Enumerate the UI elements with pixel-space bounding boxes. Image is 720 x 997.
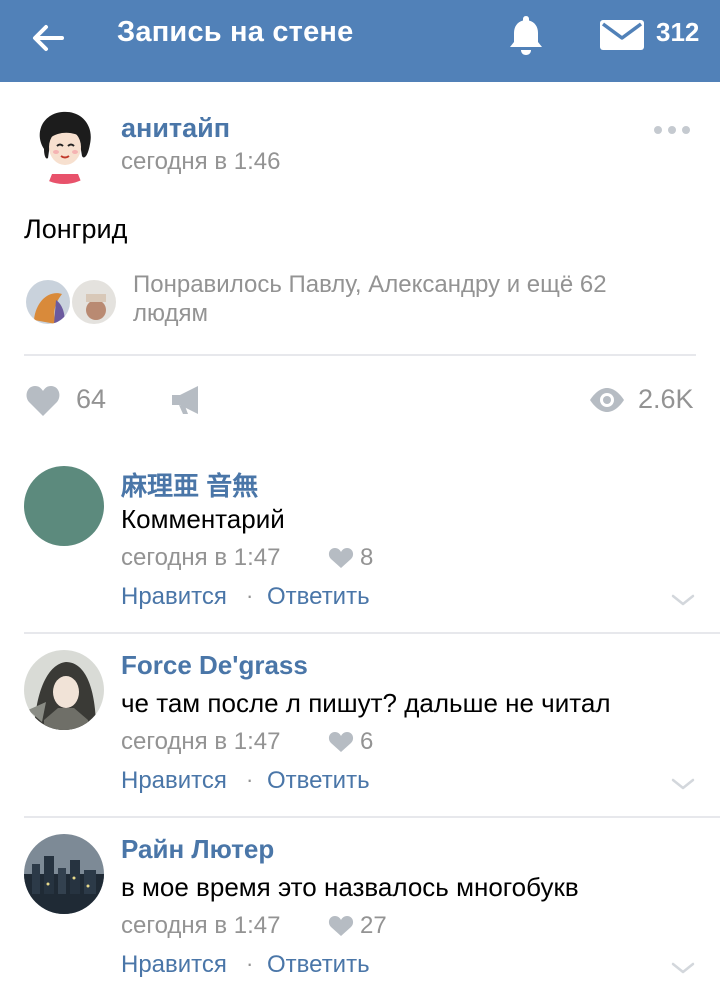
commenter-avatar-image (24, 650, 104, 730)
heart-icon (328, 916, 354, 936)
bell-icon[interactable] (505, 12, 547, 58)
chevron-down-icon[interactable] (670, 592, 696, 608)
post-author[interactable]: анитайп (121, 113, 230, 144)
liker-avatar[interactable] (24, 278, 72, 326)
comment-time: сегодня в 1:47 (121, 912, 281, 939)
comment-divider (24, 632, 720, 634)
post-text: Лонгрид (24, 214, 128, 244)
megaphone-icon[interactable] (168, 380, 204, 420)
likes-summary[interactable]: Понравилось Павлу, Александру и ещё 62 л… (133, 270, 673, 328)
post-divider (24, 354, 696, 356)
comment-like-count: 27 (360, 912, 387, 939)
comment-text: че там после л пишут? дальше не читал (121, 688, 611, 718)
comment-like-count: 6 (360, 728, 374, 755)
commenter-avatar[interactable] (24, 466, 104, 546)
like-comment-button[interactable]: Нравится (121, 951, 227, 979)
comment: Force De'grass че там после л пишут? дал… (0, 650, 720, 834)
separator-dot: · (246, 767, 254, 792)
heart-icon[interactable] (24, 380, 62, 420)
comment-divider (24, 816, 720, 818)
post-like-count[interactable]: 64 (76, 384, 106, 415)
comment: 麻理亜 音無 Комментарий сегодня в 1:47 8 Нрав… (0, 466, 720, 650)
separator-dot: · (246, 951, 254, 976)
post-views: 2.6K (638, 384, 694, 414)
avatar-illustration (24, 104, 104, 184)
comment-time: сегодня в 1:47 (121, 544, 281, 571)
liker-avatar-image (72, 280, 116, 324)
comment-text: Комментарий (121, 504, 285, 534)
separator-dot: · (246, 583, 254, 608)
more-dots-icon[interactable] (652, 118, 692, 142)
envelope-icon[interactable] (598, 18, 646, 52)
like-comment-button[interactable]: Нравится (121, 767, 227, 795)
message-count[interactable]: 312 (656, 17, 699, 48)
reply-button[interactable]: Ответить (267, 583, 370, 611)
liker-avatar[interactable] (70, 278, 118, 326)
author-avatar[interactable] (24, 104, 104, 184)
post-time: сегодня в 1:46 (121, 148, 281, 175)
chevron-down-icon[interactable] (670, 776, 696, 792)
comment-like-count: 8 (360, 544, 374, 571)
arrow-left-icon[interactable] (28, 18, 68, 58)
heart-icon (328, 732, 354, 752)
liker-avatar-image (26, 280, 70, 324)
commenter-name[interactable]: Райн Лютер (121, 834, 274, 865)
like-comment-button[interactable]: Нравится (121, 583, 227, 611)
comment-text: в мое время это назвалось многобукв (121, 872, 579, 902)
reply-button[interactable]: Ответить (267, 951, 370, 979)
commenter-avatar-image (24, 834, 104, 914)
commenter-name[interactable]: 麻理亜 音無 (121, 466, 258, 503)
commenter-avatar[interactable] (24, 650, 104, 730)
reply-button[interactable]: Ответить (267, 767, 370, 795)
eye-icon (590, 388, 624, 412)
commenter-avatar[interactable] (24, 834, 104, 914)
chevron-down-icon[interactable] (670, 960, 696, 976)
comment-time: сегодня в 1:47 (121, 728, 281, 755)
comment: Райн Лютер в мое время это назвалось мно… (0, 834, 720, 997)
page-title: Запись на стене (117, 16, 354, 48)
top-bar: Запись на стене 312 (0, 0, 720, 82)
commenter-name[interactable]: Force De'grass (121, 650, 308, 681)
heart-icon (328, 548, 354, 568)
